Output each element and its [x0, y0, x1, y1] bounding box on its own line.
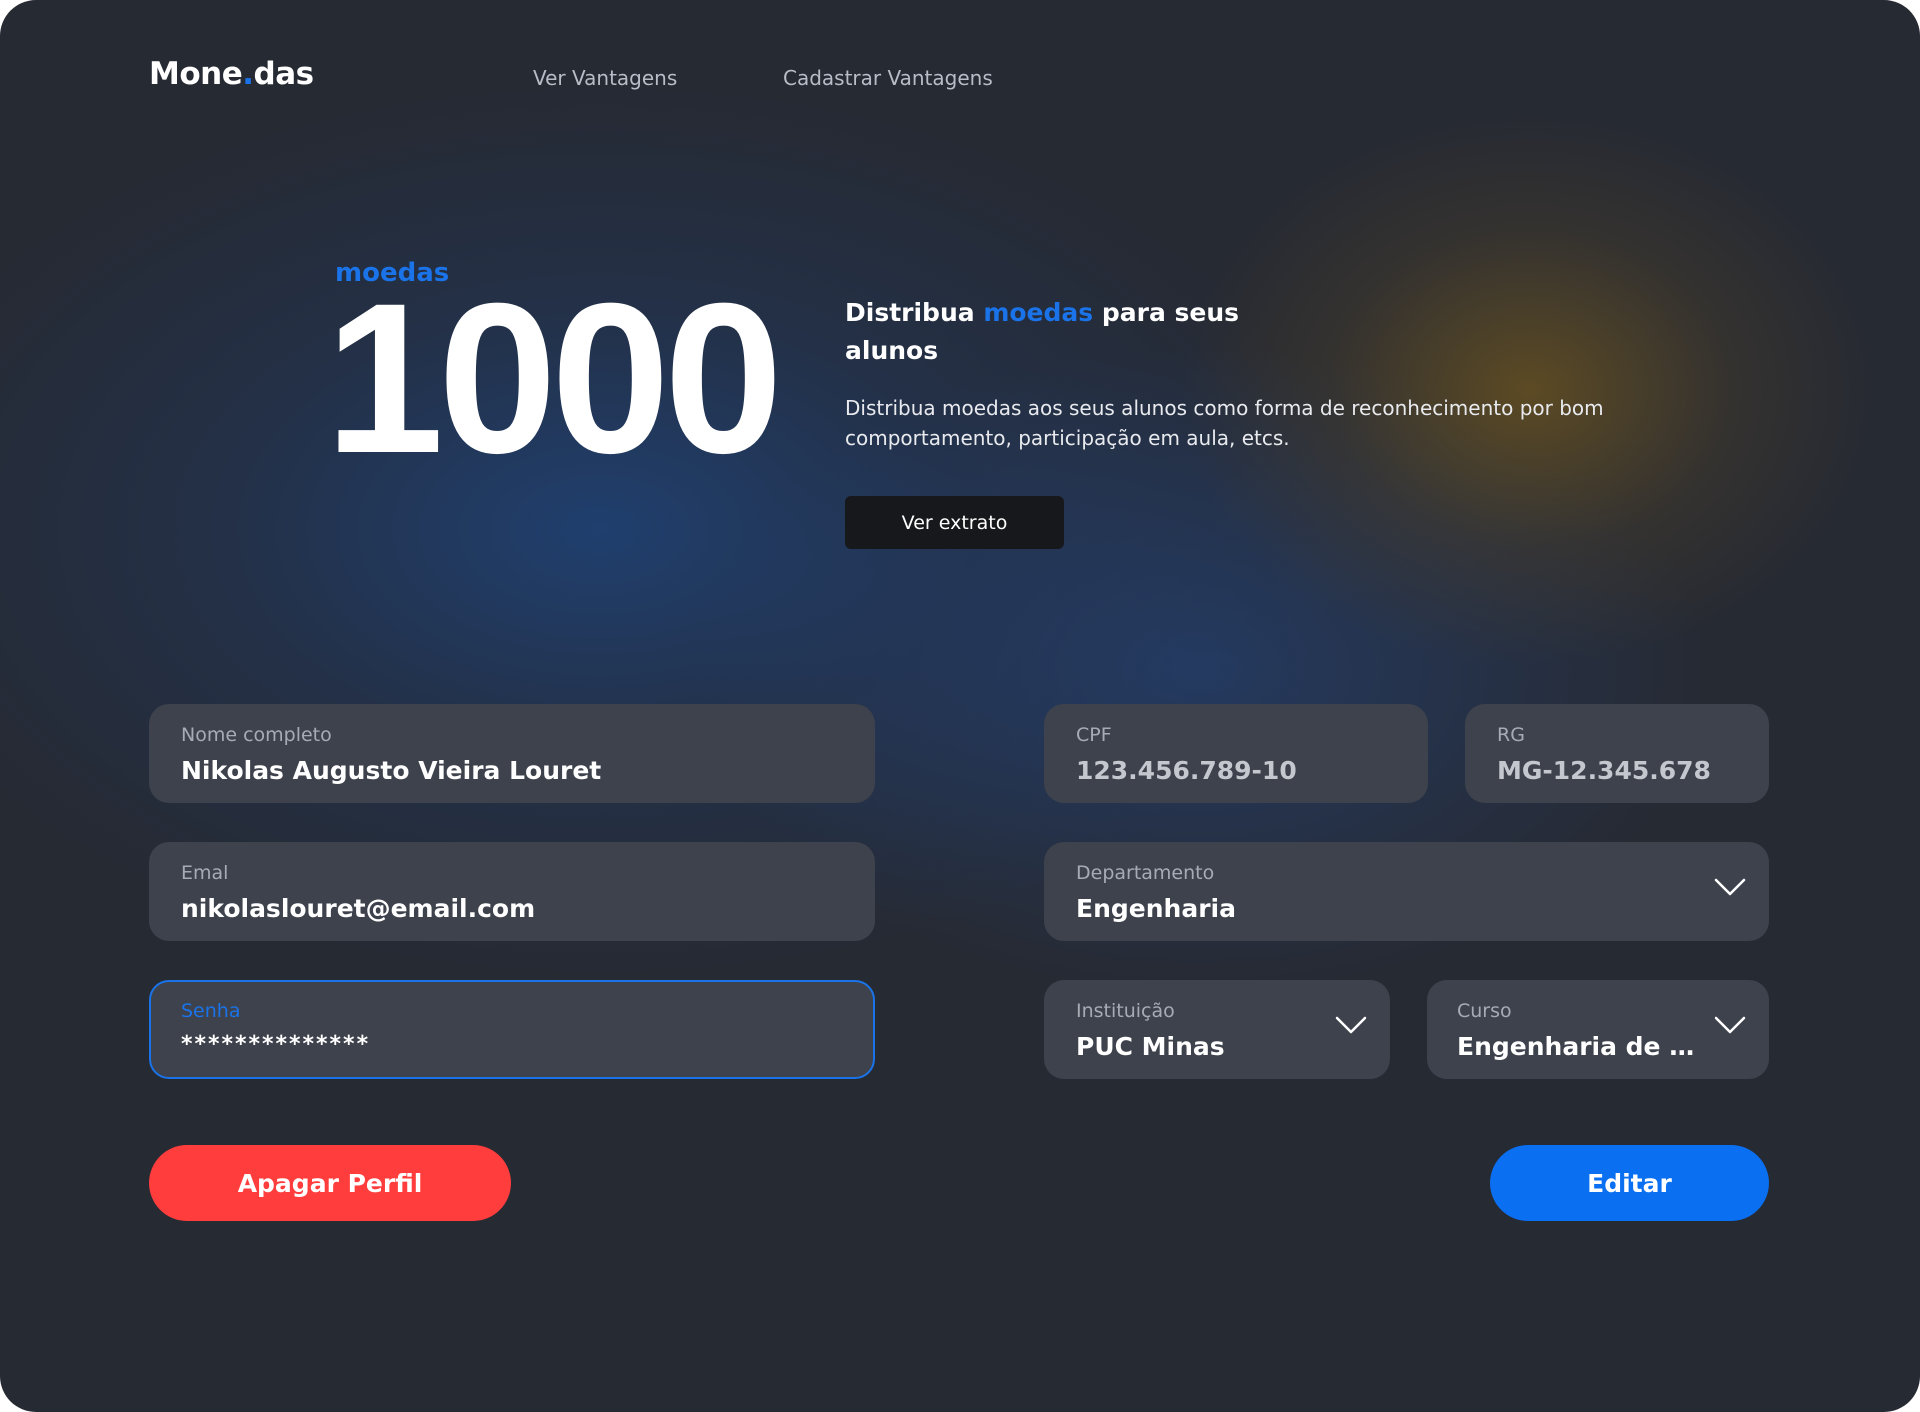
department-select-label: Departamento [1076, 862, 1215, 884]
rg-field-label: RG [1497, 724, 1525, 746]
password-field[interactable]: Senha ************** [149, 980, 875, 1079]
logo-text-start: Mone [149, 56, 243, 92]
email-field[interactable]: Emal nikolaslouret@email.com [149, 842, 875, 941]
delete-profile-button[interactable]: Apagar Perfil [149, 1145, 511, 1221]
course-select-label: Curso [1457, 1000, 1512, 1022]
nav-link-cadastrar-vantagens[interactable]: Cadastrar Vantagens [783, 66, 993, 90]
hero-title: Distribua moedas para seus alunos [845, 294, 1265, 370]
cpf-field-value[interactable]: 123.456.789-10 [1076, 756, 1406, 785]
cpf-field[interactable]: CPF 123.456.789-10 [1044, 704, 1428, 803]
chevron-down-icon[interactable] [1713, 1014, 1747, 1036]
hero-title-start: Distribua [845, 298, 984, 327]
app-window: Mone.das Ver Vantagens Cadastrar Vantage… [0, 0, 1920, 1412]
password-field-value[interactable]: ************** [181, 1032, 841, 1057]
coins-balance: 1000 [325, 259, 783, 498]
logo[interactable]: Mone.das [149, 56, 314, 92]
background-glow-gold [1180, 110, 1880, 670]
rg-field-value[interactable]: MG-12.345.678 [1497, 756, 1747, 785]
email-field-value[interactable]: nikolaslouret@email.com [181, 894, 841, 923]
logo-dot: . [242, 56, 254, 92]
logo-text-end: das [253, 56, 315, 92]
view-statement-button[interactable]: Ver extrato [845, 496, 1064, 549]
chevron-down-icon[interactable] [1334, 1014, 1368, 1036]
password-field-label: Senha [181, 1000, 241, 1022]
institution-select-value: PUC Minas [1076, 1032, 1225, 1061]
name-field-value[interactable]: Nikolas Augusto Vieira Louret [181, 756, 841, 785]
email-field-label: Emal [181, 862, 229, 884]
hero-title-accent: moedas [983, 298, 1094, 327]
cpf-field-label: CPF [1076, 724, 1112, 746]
department-select-value: Engenharia [1076, 894, 1236, 923]
hero-description: Distribua moedas aos seus alunos como fo… [845, 396, 1604, 450]
rg-field[interactable]: RG MG-12.345.678 [1465, 704, 1769, 803]
course-select[interactable]: Curso Engenharia de S... [1427, 980, 1769, 1079]
course-select-value: Engenharia de S... [1457, 1032, 1697, 1061]
edit-button[interactable]: Editar [1490, 1145, 1769, 1221]
chevron-down-icon[interactable] [1713, 876, 1747, 898]
institution-select-label: Instituição [1076, 1000, 1175, 1022]
institution-select[interactable]: Instituição PUC Minas [1044, 980, 1390, 1079]
department-select[interactable]: Departamento Engenharia [1044, 842, 1769, 941]
name-field[interactable]: Nome completo Nikolas Augusto Vieira Lou… [149, 704, 875, 803]
nav-link-ver-vantagens[interactable]: Ver Vantagens [533, 66, 677, 90]
name-field-label: Nome completo [181, 724, 332, 746]
